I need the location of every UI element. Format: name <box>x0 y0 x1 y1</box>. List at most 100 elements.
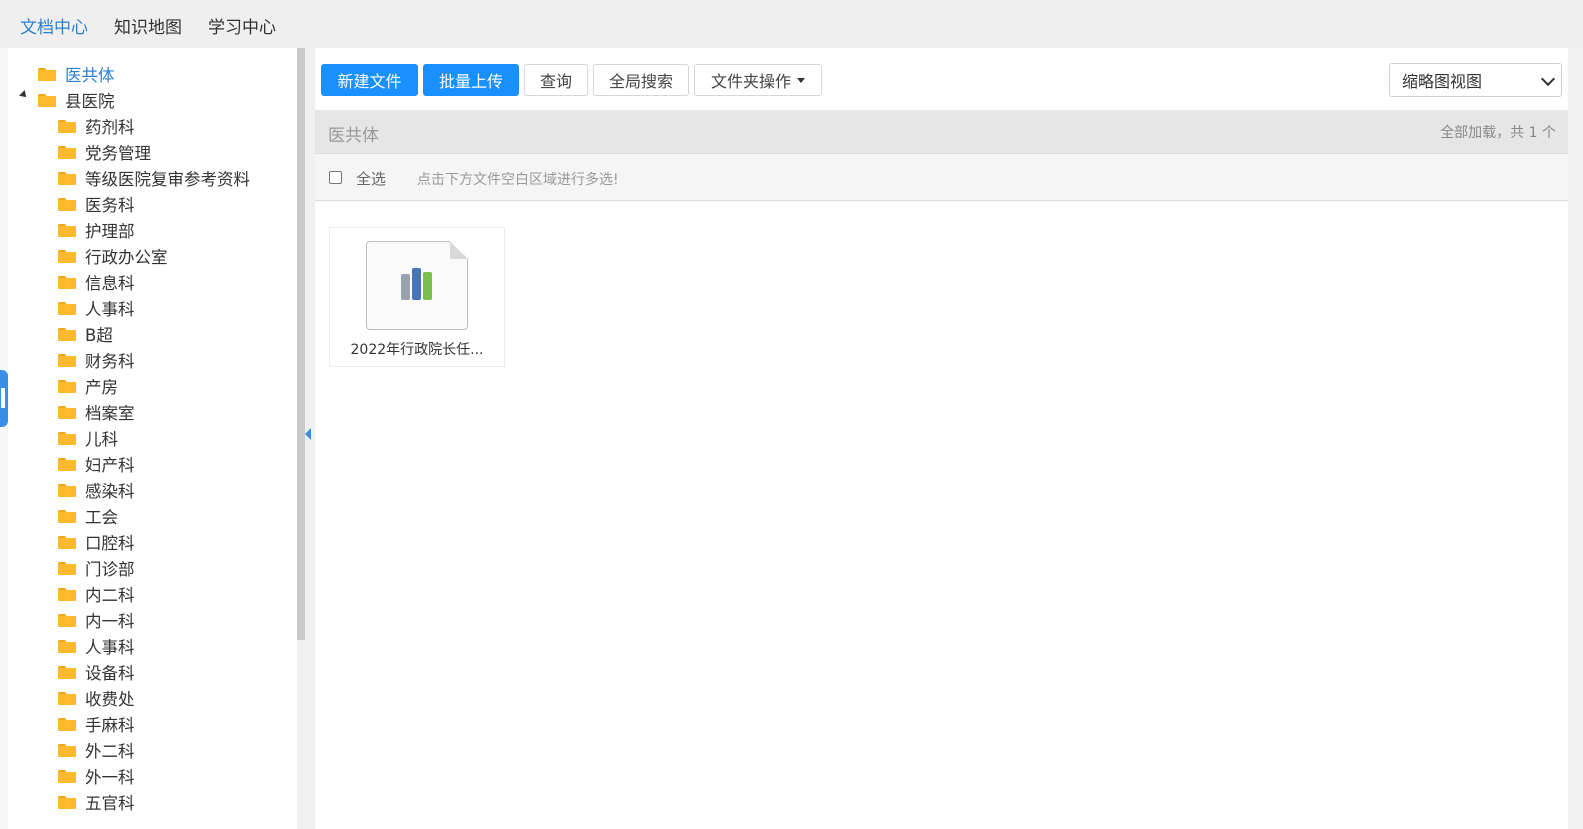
tree-node-child[interactable]: 妇产科 <box>58 452 135 476</box>
tree-node-label: 人事科 <box>85 300 135 319</box>
tree-node-label: 护理部 <box>85 222 135 241</box>
side-drawer-handle[interactable] <box>0 370 8 427</box>
tree-node-child[interactable]: 党务管理 <box>58 140 151 164</box>
tree-node-child[interactable]: 财务科 <box>58 348 135 372</box>
tree-node-child[interactable]: 人事科 <box>58 634 135 658</box>
tree-node-label: 手麻科 <box>85 716 135 735</box>
folder-icon <box>58 353 76 367</box>
tree-node-child[interactable]: 儿科 <box>58 426 118 450</box>
view-mode-select[interactable]: 缩略图视图 <box>1389 63 1562 97</box>
folder-icon <box>58 587 76 601</box>
select-bar: 全选 点击下方文件空白区域进行多选! <box>315 154 1568 201</box>
tree-node-child[interactable]: 收费处 <box>58 686 135 710</box>
folder-icon <box>58 197 76 211</box>
chevron-down-icon <box>1540 71 1556 87</box>
folder-icon <box>58 795 76 809</box>
folder-icon <box>58 249 76 263</box>
tree-node-child[interactable]: 五官科 <box>58 790 135 814</box>
nav-learning-center[interactable]: 学习中心 <box>208 13 276 38</box>
load-status: 全部加载，共 1 个 <box>1440 125 1556 141</box>
toolbar: 新建文件 批量上传 查询 全局搜索 文件夹操作 缩略图视图 <box>315 48 1583 110</box>
tree-node-label: 内二科 <box>85 586 135 605</box>
file-name[interactable]: 2022年行政院长任... <box>330 339 504 359</box>
tree-node-child[interactable]: B超 <box>58 322 113 346</box>
collapse-left-icon[interactable] <box>305 428 311 440</box>
tree-node-label: 党务管理 <box>85 144 151 163</box>
query-button[interactable]: 查询 <box>524 64 588 96</box>
tree-node-child[interactable]: 信息科 <box>58 270 135 294</box>
tree-node-child[interactable]: 护理部 <box>58 218 135 242</box>
multi-select-hint: 点击下方文件空白区域进行多选! <box>417 172 619 188</box>
tree-node-label: 财务科 <box>85 352 135 371</box>
tree-node-child[interactable]: 外一科 <box>58 764 135 788</box>
folder-ops-label: 文件夹操作 <box>710 72 791 91</box>
tree-node-label: 等级医院复审参考资料 <box>85 170 250 189</box>
tree-node-parent[interactable]: 县医院 <box>38 88 115 112</box>
document-icon <box>366 241 468 330</box>
folder-icon <box>58 457 76 471</box>
tree-node-child[interactable]: 医务科 <box>58 192 135 216</box>
folder-icon <box>58 171 76 185</box>
tree-scrollbar[interactable] <box>297 48 305 640</box>
folder-icon <box>58 613 76 627</box>
tree-node-label: 收费处 <box>85 690 135 709</box>
folder-icon <box>58 483 76 497</box>
folder-ops-dropdown[interactable]: 文件夹操作 <box>694 64 822 96</box>
folder-icon <box>58 717 76 731</box>
new-file-button[interactable]: 新建文件 <box>321 64 418 96</box>
folder-icon <box>58 119 76 133</box>
batch-upload-button[interactable]: 批量上传 <box>423 64 519 96</box>
folder-icon <box>58 145 76 159</box>
global-search-button[interactable]: 全局搜索 <box>593 64 689 96</box>
tree-node-child[interactable]: 口腔科 <box>58 530 135 554</box>
folder-icon <box>38 93 56 107</box>
expand-triangle-icon[interactable] <box>19 90 29 100</box>
tree-node-child[interactable]: 行政办公室 <box>58 244 168 268</box>
tree-node-label: 设备科 <box>85 664 135 683</box>
tree-node-label: 外一科 <box>85 768 135 787</box>
folder-tree: 医共体 县医院 药剂科党务管理等级医院复审参考资料医务科护理部行政办公室信息科人… <box>8 48 297 829</box>
tree-node-child[interactable]: 药剂科 <box>58 114 135 138</box>
tree-node-child[interactable]: 工会 <box>58 504 118 528</box>
tree-node-label: 信息科 <box>85 274 135 293</box>
tree-node-label: 门诊部 <box>85 560 135 579</box>
folder-icon <box>58 301 76 315</box>
tree-node-child[interactable]: 人事科 <box>58 296 135 320</box>
tree-node-child[interactable]: 感染科 <box>58 478 135 502</box>
tree-node-child[interactable]: 门诊部 <box>58 556 135 580</box>
tree-node-root[interactable]: 医共体 <box>38 62 115 86</box>
nav-knowledge-map[interactable]: 知识地图 <box>114 13 182 38</box>
tree-node-child[interactable]: 内一科 <box>58 608 135 632</box>
breadcrumb[interactable]: 医共体 <box>328 121 379 146</box>
tree-node-child[interactable]: 手麻科 <box>58 712 135 736</box>
tree-node-label: B超 <box>85 326 113 345</box>
folder-icon <box>58 535 76 549</box>
tree-node-child[interactable]: 设备科 <box>58 660 135 684</box>
tree-node-label: 档案室 <box>85 404 135 423</box>
folder-icon <box>58 769 76 783</box>
folder-icon <box>58 431 76 445</box>
select-all-label[interactable]: 全选 <box>356 168 386 189</box>
tree-node-label: 行政办公室 <box>85 248 168 267</box>
tree-node-child[interactable]: 档案室 <box>58 400 135 424</box>
folder-icon <box>58 509 76 523</box>
tree-node-child[interactable]: 外二科 <box>58 738 135 762</box>
tree-node-label: 县医院 <box>65 92 115 111</box>
nav-doc-center[interactable]: 文档中心 <box>20 13 88 38</box>
file-grid[interactable]: 2022年行政院长任... <box>315 201 1568 829</box>
tree-node-child[interactable]: 等级医院复审参考资料 <box>58 166 250 190</box>
tree-node-label: 口腔科 <box>85 534 135 553</box>
tree-node-label: 人事科 <box>85 638 135 657</box>
tree-node-label: 药剂科 <box>85 118 135 137</box>
caret-down-icon <box>797 77 805 83</box>
tree-node-label: 工会 <box>85 508 118 527</box>
select-all-checkbox[interactable] <box>329 171 342 184</box>
folder-icon <box>58 691 76 705</box>
tree-node-child[interactable]: 产房 <box>58 374 118 398</box>
left-gutter <box>0 48 8 829</box>
file-card[interactable]: 2022年行政院长任... <box>329 227 505 367</box>
tree-node-child[interactable]: 内二科 <box>58 582 135 606</box>
folder-icon <box>58 223 76 237</box>
right-edge-scrollbar[interactable] <box>1568 48 1583 829</box>
tree-node-label: 五官科 <box>85 794 135 813</box>
